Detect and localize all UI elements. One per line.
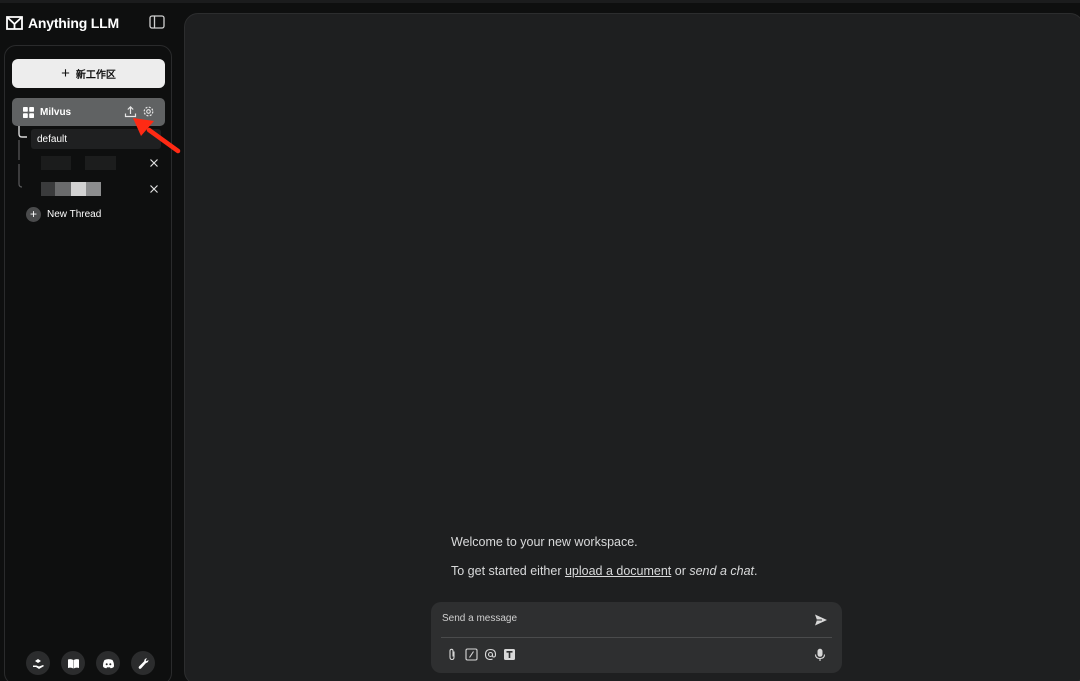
text-format-icon[interactable]: [503, 648, 516, 661]
close-icon[interactable]: [147, 156, 161, 170]
thread-default-label: default: [37, 133, 68, 145]
redacted-block: [41, 182, 55, 196]
new-thread-label: New Thread: [47, 208, 102, 220]
upload-document-link[interactable]: upload a document: [565, 564, 671, 578]
redacted-block: [41, 156, 71, 170]
sidebar-toggle-icon[interactable]: [149, 15, 165, 29]
main-chat-panel: Welcome to your new workspace. To get st…: [184, 13, 1080, 681]
sidebar-footer: [26, 651, 155, 675]
microphone-icon[interactable]: [814, 648, 826, 662]
send-chat-text: send a chat: [689, 564, 754, 578]
thread-item-redacted[interactable]: [41, 156, 161, 170]
community-hub-icon[interactable]: [26, 651, 50, 675]
plus-circle-icon: +: [26, 206, 41, 222]
redacted-block: [55, 182, 71, 196]
app-title: Anything LLM: [28, 15, 119, 31]
welcome-message: Welcome to your new workspace.: [451, 535, 638, 549]
brand: Anything LLM: [6, 13, 119, 33]
anything-llm-logo-icon: [6, 16, 23, 30]
squares-grid-icon: [23, 106, 34, 118]
composer-tools: [446, 648, 516, 661]
redacted-block: [85, 156, 116, 170]
slash-command-icon[interactable]: [465, 648, 478, 661]
composer-divider: [441, 637, 832, 638]
new-thread-button[interactable]: + New Thread: [26, 206, 101, 222]
new-workspace-label: 新工作区: [75, 70, 116, 81]
discord-icon[interactable]: [96, 651, 120, 675]
thread-tree-lines: [18, 126, 27, 188]
settings-wrench-icon[interactable]: [131, 651, 155, 675]
close-icon[interactable]: [147, 182, 161, 196]
attach-icon[interactable]: [446, 648, 459, 661]
message-input[interactable]: [442, 610, 802, 626]
get-started-message: To get started either upload a document …: [451, 564, 758, 578]
thread-item-redacted[interactable]: [41, 182, 161, 196]
docs-book-icon[interactable]: [61, 651, 85, 675]
send-icon[interactable]: [814, 613, 828, 627]
message-composer: [431, 602, 842, 673]
annotation-arrow-icon: [133, 118, 181, 154]
plus-icon: +: [61, 65, 70, 82]
new-workspace-button[interactable]: + 新工作区: [12, 59, 165, 88]
redacted-block: [71, 182, 86, 196]
window-top-strip: [0, 0, 1080, 3]
redacted-block: [86, 182, 101, 196]
workspace-name: Milvus: [40, 106, 72, 118]
at-mention-icon[interactable]: [484, 648, 497, 661]
